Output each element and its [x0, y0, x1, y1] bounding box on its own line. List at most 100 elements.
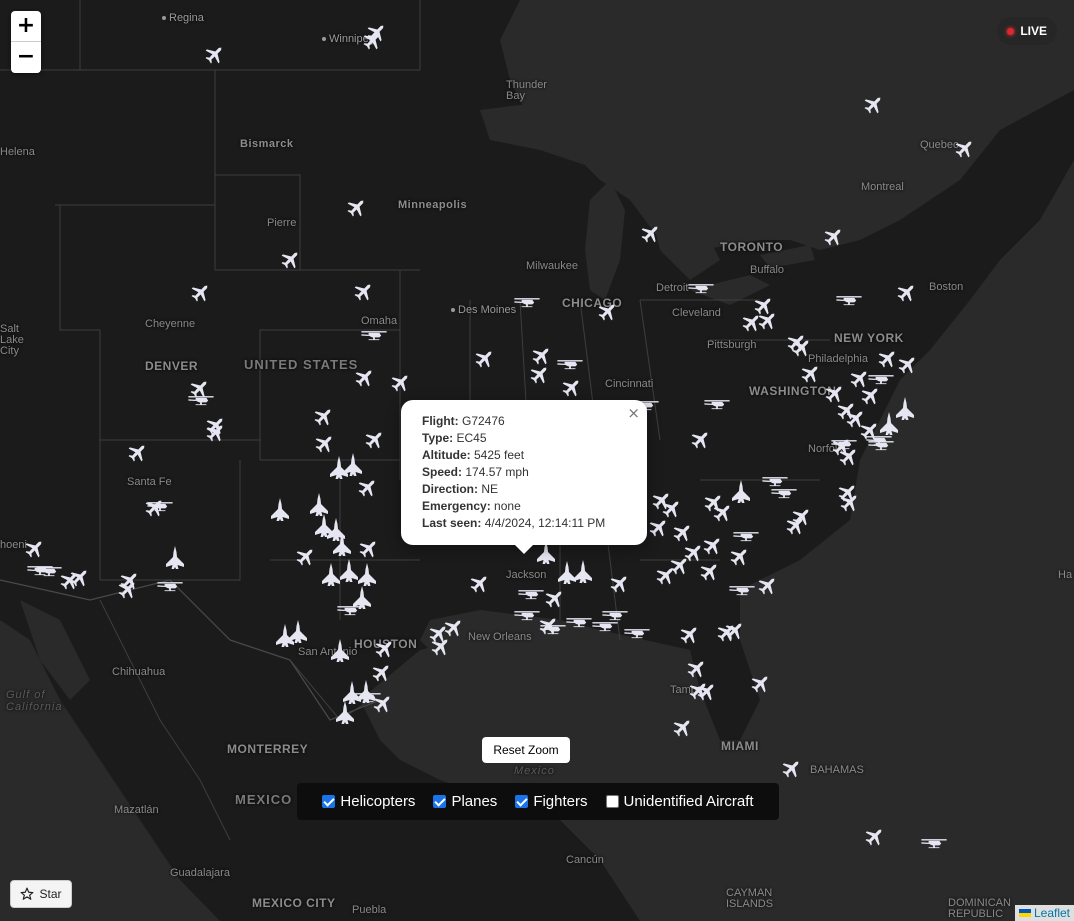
helicopter-icon[interactable]	[688, 284, 714, 294]
fighter-jet-icon[interactable]	[276, 624, 294, 647]
zoom-in-button[interactable]: +	[11, 11, 41, 41]
plane-icon[interactable]	[125, 439, 151, 465]
popup-close-icon[interactable]: ×	[627, 404, 640, 422]
plane-icon[interactable]	[22, 535, 48, 561]
plane-icon[interactable]	[727, 543, 753, 569]
plane-icon[interactable]	[952, 135, 978, 161]
plane-icon[interactable]	[352, 364, 378, 390]
helicopter-icon[interactable]	[557, 360, 583, 370]
plane-icon[interactable]	[783, 512, 809, 538]
unidentified-checkbox[interactable]	[605, 795, 619, 808]
plane-icon[interactable]	[356, 535, 382, 561]
plane-icon[interactable]	[755, 572, 781, 598]
fighter-jet-icon[interactable]	[353, 586, 371, 609]
plane-icon[interactable]	[894, 279, 920, 305]
helicopter-icon[interactable]	[514, 611, 540, 621]
fighter-jet-icon[interactable]	[289, 620, 307, 643]
plane-icon[interactable]	[875, 345, 901, 371]
plane-icon[interactable]	[364, 19, 390, 45]
plane-icon[interactable]	[369, 659, 395, 685]
plane-icon[interactable]	[355, 474, 381, 500]
fighter-jet-icon[interactable]	[336, 701, 354, 724]
planes-checkbox[interactable]	[433, 795, 447, 808]
helicopter-icon[interactable]	[592, 622, 618, 632]
filter-helicopters[interactable]: Helicopters	[322, 793, 415, 810]
plane-icon[interactable]	[527, 361, 553, 387]
fighter-jet-icon[interactable]	[732, 480, 750, 503]
fighter-jet-icon[interactable]	[310, 493, 328, 516]
plane-icon[interactable]	[646, 514, 672, 540]
plane-icon[interactable]	[653, 562, 679, 588]
plane-icon[interactable]	[697, 558, 723, 584]
helicopter-icon[interactable]	[733, 532, 759, 542]
fighter-jet-icon[interactable]	[358, 563, 376, 586]
plane-icon[interactable]	[559, 374, 585, 400]
filter-planes[interactable]: Planes	[433, 793, 497, 810]
plane-icon[interactable]	[822, 380, 848, 406]
plane-icon[interactable]	[700, 532, 726, 558]
plane-icon[interactable]	[362, 426, 388, 452]
plane-icon[interactable]	[789, 503, 815, 529]
plane-icon[interactable]	[670, 714, 696, 740]
helicopter-icon[interactable]	[514, 298, 540, 308]
helicopter-icon[interactable]	[921, 839, 947, 849]
plane-icon[interactable]	[684, 655, 710, 681]
helicopters-checkbox[interactable]	[322, 795, 336, 808]
plane-icon[interactable]	[595, 298, 621, 324]
plane-icon[interactable]	[372, 635, 398, 661]
plane-icon[interactable]	[607, 570, 633, 596]
fighter-jet-icon[interactable]	[558, 561, 576, 584]
helicopter-icon[interactable]	[624, 629, 650, 639]
fighters-checkbox[interactable]	[515, 795, 529, 808]
plane-icon[interactable]	[670, 519, 696, 545]
helicopter-icon[interactable]	[361, 331, 387, 341]
star-button[interactable]: Star	[10, 880, 72, 908]
plane-icon[interactable]	[861, 91, 887, 117]
fighter-jet-icon[interactable]	[896, 397, 914, 420]
helicopter-icon[interactable]	[771, 489, 797, 499]
plane-icon[interactable]	[278, 246, 304, 272]
plane-icon[interactable]	[188, 279, 214, 305]
helicopter-icon[interactable]	[337, 606, 363, 616]
plane-icon[interactable]	[293, 543, 319, 569]
helicopter-icon[interactable]	[566, 618, 592, 628]
zoom-out-button[interactable]: −	[11, 41, 41, 72]
fighter-jet-icon[interactable]	[166, 546, 184, 569]
plane-icon[interactable]	[798, 360, 824, 386]
plane-icon[interactable]	[688, 426, 714, 452]
helicopter-icon[interactable]	[729, 586, 755, 596]
leaflet-link[interactable]: Leaflet	[1034, 906, 1070, 920]
fighter-jet-icon[interactable]	[271, 498, 289, 521]
plane-icon[interactable]	[529, 342, 555, 368]
helicopter-icon[interactable]	[518, 590, 544, 600]
helicopter-icon[interactable]	[602, 611, 628, 621]
plane-icon[interactable]	[677, 621, 703, 647]
helicopter-icon[interactable]	[157, 582, 183, 592]
helicopter-icon[interactable]	[868, 441, 894, 451]
plane-icon[interactable]	[312, 430, 338, 456]
helicopter-icon[interactable]	[831, 440, 857, 450]
helicopter-icon[interactable]	[836, 296, 862, 306]
plane-icon[interactable]	[351, 278, 377, 304]
plane-icon[interactable]	[202, 41, 228, 67]
plane-icon[interactable]	[542, 585, 568, 611]
fighter-jet-icon[interactable]	[344, 453, 362, 476]
plane-icon[interactable]	[388, 369, 414, 395]
plane-icon[interactable]	[779, 755, 805, 781]
plane-icon[interactable]	[858, 382, 884, 408]
plane-icon[interactable]	[847, 365, 873, 391]
fighter-jet-icon[interactable]	[322, 563, 340, 586]
helicopter-icon[interactable]	[704, 400, 730, 410]
plane-icon[interactable]	[638, 220, 664, 246]
plane-icon[interactable]	[895, 351, 921, 377]
fighter-jet-icon[interactable]	[331, 639, 349, 662]
plane-icon[interactable]	[467, 570, 493, 596]
plane-icon[interactable]	[344, 194, 370, 220]
helicopter-icon[interactable]	[188, 396, 214, 406]
plane-icon[interactable]	[739, 309, 765, 335]
reset-zoom-button[interactable]: Reset Zoom	[482, 737, 570, 763]
plane-icon[interactable]	[472, 345, 498, 371]
helicopter-icon[interactable]	[868, 375, 894, 385]
fighter-jet-icon[interactable]	[330, 456, 348, 479]
fighter-jet-icon[interactable]	[357, 680, 375, 703]
